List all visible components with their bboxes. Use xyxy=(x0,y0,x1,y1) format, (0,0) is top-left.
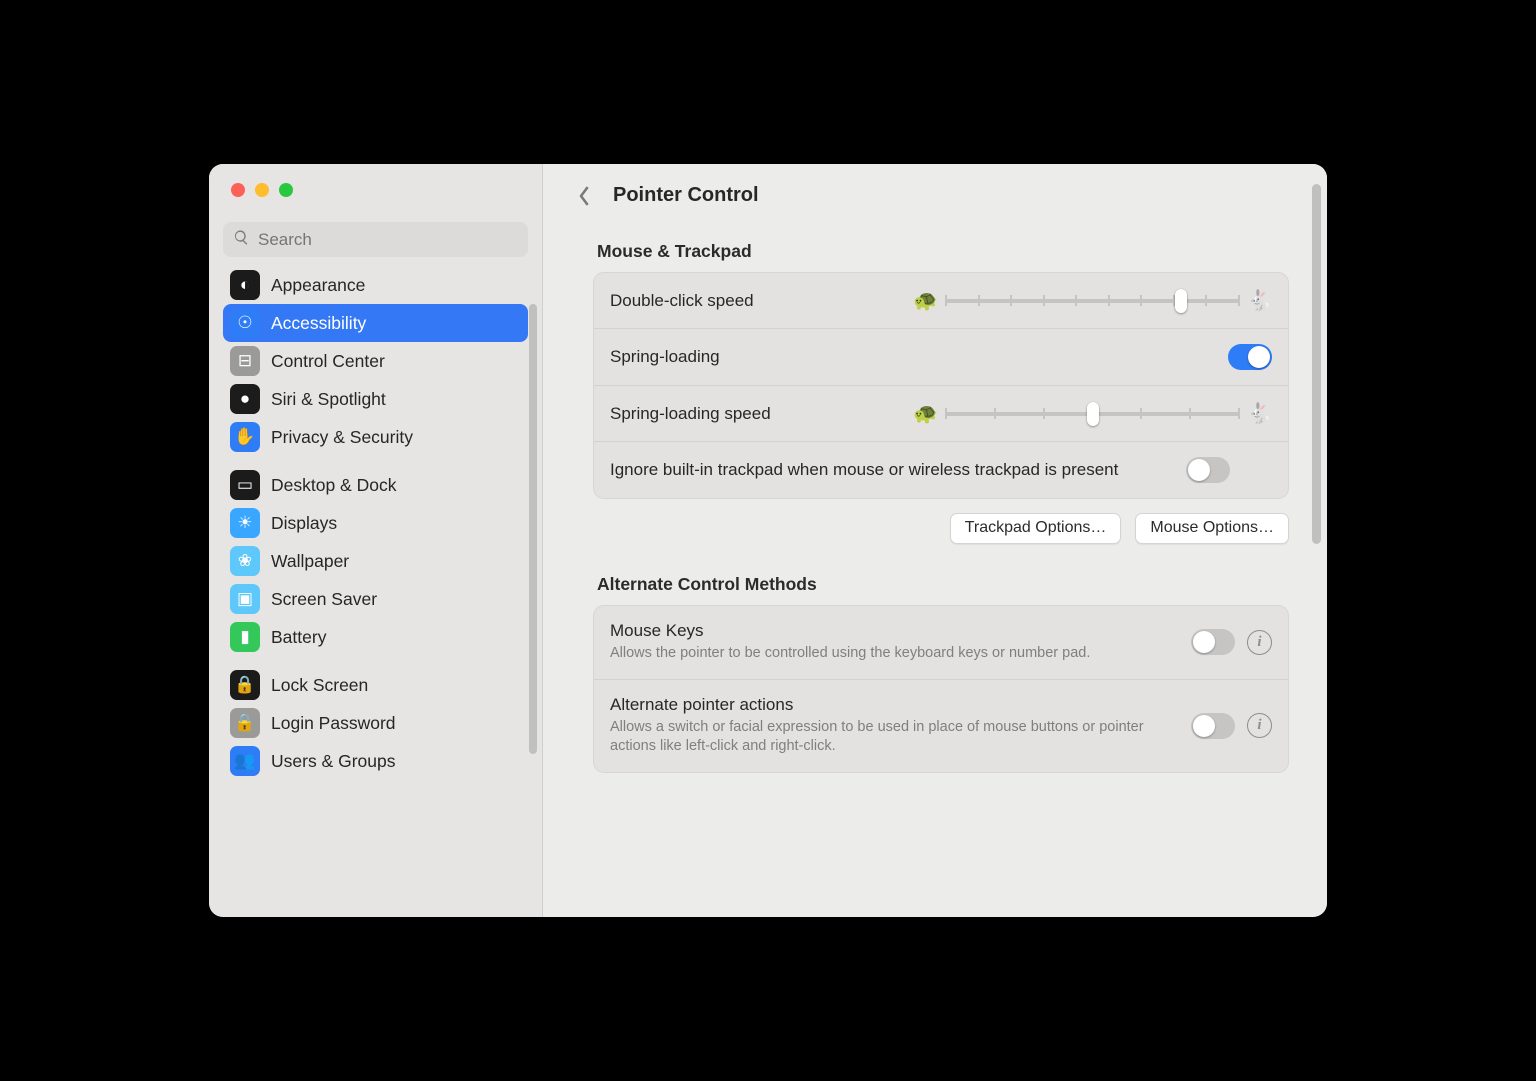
turtle-icon: 🐢 xyxy=(913,288,938,313)
row-ignore-trackpad: Ignore built-in trackpad when mouse or w… xyxy=(594,442,1288,498)
label-ignore-trackpad: Ignore built-in trackpad when mouse or w… xyxy=(610,460,1170,480)
close-window-button[interactable] xyxy=(231,183,245,197)
desktop-dock-icon: ▭ xyxy=(230,470,260,500)
maximize-window-button[interactable] xyxy=(279,183,293,197)
sidebar-item-label: Privacy & Security xyxy=(271,427,413,448)
info-mouse-keys-button[interactable]: i xyxy=(1247,630,1272,655)
wallpaper-icon: ❀ xyxy=(230,546,260,576)
appearance-icon: ◐ xyxy=(230,270,260,300)
section-title-alternate: Alternate Control Methods xyxy=(597,574,1289,595)
label-double-click-speed: Double-click speed xyxy=(610,291,897,311)
accessibility-icon: ☉ xyxy=(230,308,260,338)
panel-alternate: Mouse Keys Allows the pointer to be cont… xyxy=(593,605,1289,773)
main-scrollbar[interactable] xyxy=(1312,184,1321,544)
label-mouse-keys: Mouse Keys xyxy=(610,621,1175,641)
panel-mouse-trackpad: Double-click speed 🐢 🐇 Sprin xyxy=(593,272,1289,499)
rabbit-icon: 🐇 xyxy=(1247,401,1272,426)
label-spring-loading-speed: Spring-loading speed xyxy=(610,404,897,424)
sidebar-item-label: Lock Screen xyxy=(271,675,368,696)
sidebar-item-battery[interactable]: ▮ Battery xyxy=(223,618,528,656)
settings-window: ◐ Appearance ☉ Accessibility ⊟ Control Center… xyxy=(209,164,1327,917)
label-spring-loading: Spring-loading xyxy=(610,347,1212,367)
login-password-icon: 🔒 xyxy=(230,708,260,738)
sidebar-item-users-groups[interactable]: 👥 Users & Groups xyxy=(223,742,528,780)
sidebar-scrollbar[interactable] xyxy=(529,304,537,754)
content-area: Mouse & Trackpad Double-click speed 🐢 🐇 xyxy=(543,217,1327,917)
sidebar-item-label: Wallpaper xyxy=(271,551,349,572)
back-button[interactable] xyxy=(573,185,595,207)
sidebar-item-displays[interactable]: ☀ Displays xyxy=(223,504,528,542)
row-double-click-speed: Double-click speed 🐢 🐇 xyxy=(594,273,1288,329)
page-title: Pointer Control xyxy=(613,184,759,207)
search-field[interactable] xyxy=(223,222,528,257)
toggle-spring-loading[interactable] xyxy=(1228,344,1272,370)
row-mouse-keys: Mouse Keys Allows the pointer to be cont… xyxy=(594,606,1288,680)
turtle-icon: 🐢 xyxy=(913,401,938,426)
main-panel: Pointer Control Mouse & Trackpad Double-… xyxy=(543,164,1327,917)
search-input[interactable] xyxy=(258,230,518,250)
minimize-window-button[interactable] xyxy=(255,183,269,197)
screen-saver-icon: ▣ xyxy=(230,584,260,614)
sidebar-item-label: Login Password xyxy=(271,713,396,734)
control-center-icon: ⊟ xyxy=(230,346,260,376)
toggle-mouse-keys[interactable] xyxy=(1191,629,1235,655)
privacy-icon: ✋ xyxy=(230,422,260,452)
toggle-alt-pointer[interactable] xyxy=(1191,713,1235,739)
window-controls xyxy=(209,164,542,216)
sidebar-item-appearance[interactable]: ◐ Appearance xyxy=(223,266,528,304)
displays-icon: ☀ xyxy=(230,508,260,538)
main-header: Pointer Control xyxy=(543,164,1327,217)
sidebar-item-wallpaper[interactable]: ❀ Wallpaper xyxy=(223,542,528,580)
row-spring-loading-speed: Spring-loading speed 🐢 🐇 xyxy=(594,386,1288,442)
sidebar-item-lock-screen[interactable]: 🔒 Lock Screen xyxy=(223,666,528,704)
sidebar-nav: ◐ Appearance ☉ Accessibility ⊟ Control Center… xyxy=(209,266,542,780)
trackpad-options-button[interactable]: Trackpad Options… xyxy=(950,513,1122,544)
sidebar-item-desktop-dock[interactable]: ▭ Desktop & Dock xyxy=(223,466,528,504)
sidebar-item-label: Control Center xyxy=(271,351,385,372)
slider-spring-loading-speed[interactable] xyxy=(945,402,1240,426)
sidebar-item-label: Appearance xyxy=(271,275,365,296)
sidebar-item-screen-saver[interactable]: ▣ Screen Saver xyxy=(223,580,528,618)
sidebar-item-privacy[interactable]: ✋ Privacy & Security xyxy=(223,418,528,456)
toggle-ignore-trackpad[interactable] xyxy=(1186,457,1230,483)
sidebar-item-label: Screen Saver xyxy=(271,589,377,610)
battery-icon: ▮ xyxy=(230,622,260,652)
siri-icon: ● xyxy=(230,384,260,414)
row-alt-pointer: Alternate pointer actions Allows a switc… xyxy=(594,680,1288,772)
label-alt-pointer: Alternate pointer actions xyxy=(610,695,1175,715)
row-spring-loading: Spring-loading xyxy=(594,329,1288,386)
sidebar-item-label: Displays xyxy=(271,513,337,534)
info-alt-pointer-button[interactable]: i xyxy=(1247,713,1272,738)
sidebar-item-accessibility[interactable]: ☉ Accessibility xyxy=(223,304,528,342)
sidebar-item-label: Desktop & Dock xyxy=(271,475,396,496)
search-icon xyxy=(233,229,250,251)
slider-double-click-speed[interactable] xyxy=(945,289,1240,313)
desc-mouse-keys: Allows the pointer to be controlled usin… xyxy=(610,644,1170,664)
sidebar-item-label: Siri & Spotlight xyxy=(271,389,386,410)
sidebar-item-label: Accessibility xyxy=(271,313,366,334)
desc-alt-pointer: Allows a switch or facial expression to … xyxy=(610,718,1170,757)
sidebar-item-label: Users & Groups xyxy=(271,751,395,772)
section-title-mouse-trackpad: Mouse & Trackpad xyxy=(597,241,1289,262)
users-groups-icon: 👥 xyxy=(230,746,260,776)
sidebar: ◐ Appearance ☉ Accessibility ⊟ Control Center… xyxy=(209,164,543,917)
sidebar-item-label: Battery xyxy=(271,627,326,648)
rabbit-icon: 🐇 xyxy=(1247,288,1272,313)
mouse-options-button[interactable]: Mouse Options… xyxy=(1135,513,1289,544)
sidebar-item-control-center[interactable]: ⊟ Control Center xyxy=(223,342,528,380)
sidebar-item-siri[interactable]: ● Siri & Spotlight xyxy=(223,380,528,418)
lock-screen-icon: 🔒 xyxy=(230,670,260,700)
sidebar-item-login-password[interactable]: 🔒 Login Password xyxy=(223,704,528,742)
